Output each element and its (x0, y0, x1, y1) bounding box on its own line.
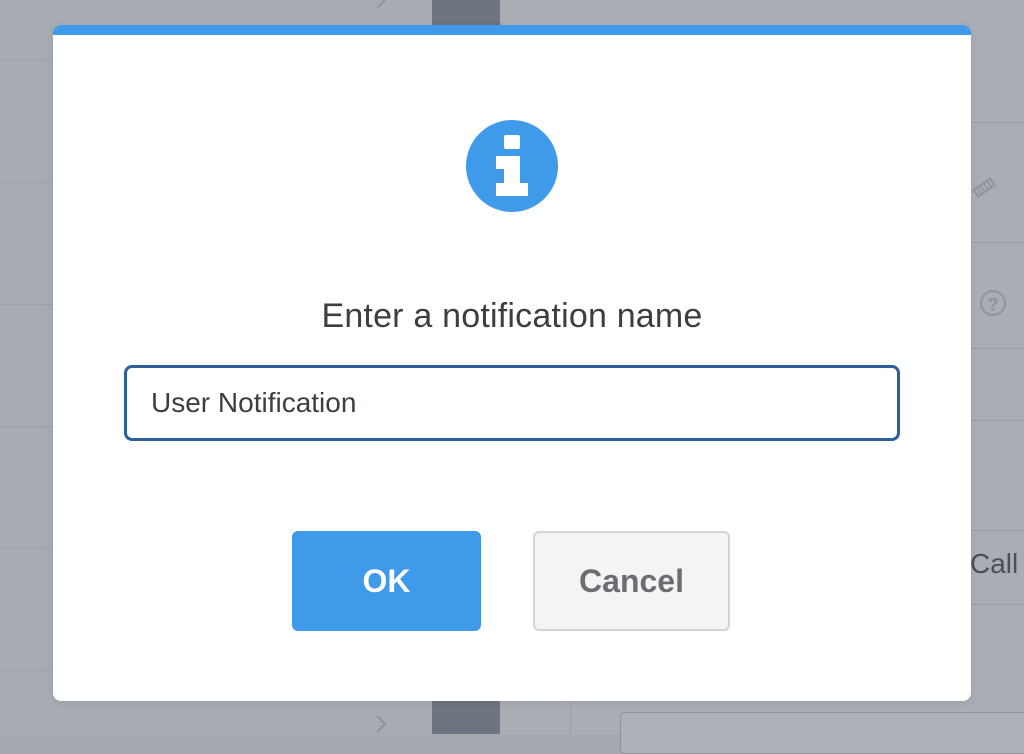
background-partial-text: Call (970, 548, 1019, 579)
info-icon (466, 120, 558, 212)
ok-button[interactable]: OK (292, 531, 481, 631)
notification-name-input[interactable] (124, 365, 900, 441)
help-icon: ? (980, 290, 1006, 316)
pencil-icon (972, 177, 997, 198)
dialog-accent-bar (53, 25, 971, 35)
cancel-button[interactable]: Cancel (533, 531, 730, 631)
background-input (620, 712, 1024, 754)
notification-name-dialog: Enter a notification name OK Cancel (53, 25, 971, 701)
dialog-title: Enter a notification name (321, 297, 703, 335)
